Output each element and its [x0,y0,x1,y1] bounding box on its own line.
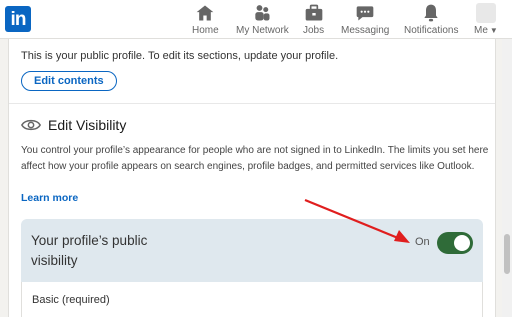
edit-visibility-title: Edit Visibility [48,117,127,133]
home-icon [197,5,214,21]
nav-jobs-label: Jobs [303,25,325,36]
toggle-knob [454,235,470,251]
public-visibility-toggle[interactable] [437,232,473,254]
section-divider [9,103,495,104]
nav-home[interactable]: Home [192,3,219,37]
nav-messaging-label: Messaging [341,25,390,36]
briefcase-icon [305,4,322,21]
bell-icon [424,4,438,22]
nav-notifications-label: Notifications [404,25,459,36]
edit-contents-button[interactable]: Edit contents [21,71,117,91]
nav-jobs[interactable]: Jobs [303,3,324,37]
edit-visibility-description: You control your profile’s appearance fo… [21,145,489,172]
scrollbar-track[interactable] [502,39,512,317]
scrollbar-thumb[interactable] [504,234,510,274]
messaging-icon [356,6,374,21]
basic-section-row: Basic (required) [21,282,483,317]
public-profile-intro: This is your public profile. To edit its… [21,50,339,62]
toggle-state-label: On [415,236,430,248]
nav-messaging[interactable]: Messaging [341,3,389,37]
nav-me[interactable]: Me ▼ [474,3,498,37]
basic-required-label: Basic (required) [32,294,110,306]
nav-home-label: Home [192,25,219,36]
network-icon [255,5,270,21]
avatar[interactable] [475,3,496,23]
edit-visibility-header: Edit Visibility [21,117,126,133]
top-navigation: in Home My Network Jobs Messaging Notifi [0,0,512,39]
linkedin-logo[interactable]: in [5,6,31,32]
nav-notifications[interactable]: Notifications [404,3,458,37]
chevron-down-icon: ▼ [489,26,498,35]
nav-my-network-label: My Network [236,25,289,36]
nav-my-network[interactable]: My Network [236,3,289,37]
public-profile-settings-card: This is your public profile. To edit its… [8,39,496,317]
nav-me-label: Me [474,25,488,36]
eye-icon [21,119,41,131]
public-visibility-panel: Your profile’s public visibility On [21,219,483,282]
public-visibility-label: Your profile’s public visibility [31,233,148,268]
learn-more-link[interactable]: Learn more [21,192,78,204]
